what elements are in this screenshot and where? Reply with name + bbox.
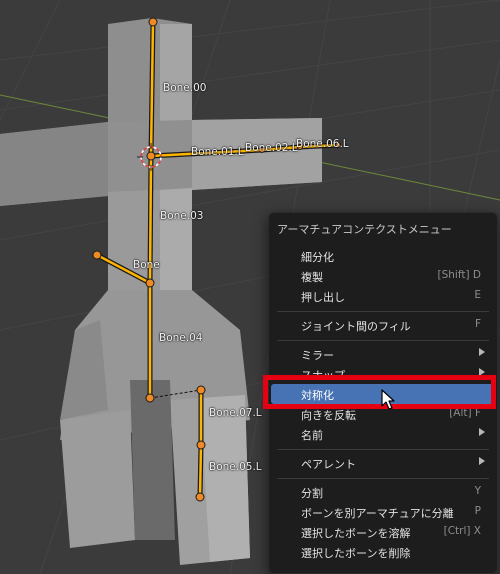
bone-label-bone00: Bone.00 — [163, 82, 207, 94]
bone-label-bone06: Bone.06.L — [296, 138, 349, 150]
menu-item-shortcut: [Ctrl] X — [443, 525, 481, 537]
menu-item-shortcut: [Shift] D — [437, 269, 481, 281]
menu-item-duplicate[interactable]: 複製 [Shift] D — [271, 266, 493, 286]
menu-item-delete-bones[interactable]: 選択したボーンを削除 — [271, 542, 493, 562]
bone-label-bone03: Bone.03 — [160, 210, 204, 222]
menu-item-label: ペアレント — [301, 458, 356, 471]
menu-item-mirror[interactable]: ミラー — [271, 344, 493, 364]
menu-separator — [277, 311, 489, 312]
menu-item-label: 名前 — [301, 429, 323, 442]
menu-item-parent[interactable]: ペアレント — [271, 453, 493, 473]
submenu-arrow-icon — [479, 428, 485, 436]
menu-item-fill-between-joints[interactable]: ジョイント間のフィル F — [271, 315, 493, 335]
menu-item-split[interactable]: 分割 Y — [271, 482, 493, 502]
menu-separator — [277, 340, 489, 341]
highlight-box — [263, 375, 496, 409]
menu-item-names[interactable]: 名前 — [271, 424, 493, 444]
menu-title: アーマチュアコンテクストメニュー — [277, 223, 452, 236]
menu-item-label: ジョイント間のフィル — [301, 320, 411, 333]
menu-item-label: 複製 — [301, 271, 323, 284]
menu-item-label: 向きを反転 — [301, 409, 356, 422]
menu-item-label: ボーンを別アーマチュアに分離 — [301, 507, 454, 520]
bone-label-bone05: Bone.05.L — [209, 461, 262, 473]
mouse-pointer-icon — [381, 389, 395, 410]
menu-item-shortcut: E — [474, 289, 481, 301]
menu-item-dissolve-bones[interactable]: 選択したボーンを溶解 [Ctrl] X — [271, 522, 493, 542]
menu-item-label: 細分化 — [301, 251, 334, 264]
bone-label-bone02: Bone.02.L — [245, 142, 298, 154]
menu-item-shortcut: P — [474, 505, 481, 517]
menu-item-subdivide[interactable]: 細分化 — [271, 246, 493, 266]
bone-label-bone07: Bone.07.L — [209, 407, 262, 419]
menu-item-shortcut: F — [474, 318, 481, 330]
menu-item-label: 分割 — [301, 487, 323, 500]
menu-item-label: 選択したボーンを削除 — [301, 547, 411, 560]
menu-item-separate-bones[interactable]: ボーンを別アーマチュアに分離 P — [271, 502, 493, 522]
menu-item-label: ミラー — [301, 349, 334, 362]
submenu-arrow-icon — [479, 457, 485, 465]
menu-item-label: 押し出し — [301, 291, 345, 304]
menu-separator — [277, 478, 489, 479]
menu-separator — [277, 449, 489, 450]
bone-label-bone01: Bone.01.L — [191, 146, 244, 158]
menu-item-shortcut: Y — [474, 485, 481, 497]
bone-label-bone04: Bone.04 — [159, 332, 203, 344]
menu-item-label: 選択したボーンを溶解 — [301, 527, 411, 540]
menu-item-extrude[interactable]: 押し出し E — [271, 286, 493, 306]
submenu-arrow-icon — [479, 348, 485, 356]
bone-label-bone: Bone — [133, 259, 160, 271]
